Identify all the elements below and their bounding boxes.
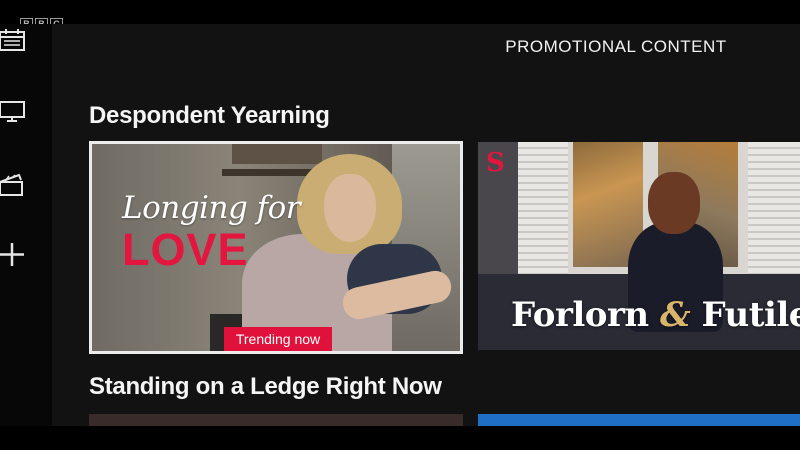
clapperboard-icon	[0, 173, 23, 196]
card-art-title: Forlorn & Futile	[511, 295, 800, 335]
letterbox-top	[0, 0, 800, 24]
sidebar-item-schedule[interactable]	[0, 27, 26, 53]
artwork-shelf	[232, 144, 322, 164]
sidebar-item-tv[interactable]	[0, 98, 26, 124]
calendar-icon	[0, 29, 25, 51]
plus-icon	[0, 243, 24, 266]
card-art-title: LOVE	[122, 224, 249, 275]
page-title: PROMOTIONAL CONTENT	[505, 37, 727, 56]
artwork-figure	[324, 174, 376, 242]
artwork-figure	[648, 172, 700, 234]
tv-icon	[0, 101, 25, 122]
content-card[interactable]	[89, 414, 463, 426]
sidebar-nav	[0, 24, 52, 426]
artwork-shutter	[518, 142, 568, 277]
content-card-longing-for-love[interactable]: Longing for LOVE Trending now	[89, 141, 463, 354]
tv-app-screen: PROMOTIONAL CONTENT Despondent Yearning …	[0, 24, 800, 426]
artwork-shutter	[748, 142, 800, 277]
sidebar-item-films[interactable]	[0, 172, 26, 198]
sidebar-item-more[interactable]	[0, 242, 26, 268]
card-art-title-ampersand: &	[659, 295, 691, 335]
card-art-title: Longing for	[122, 190, 301, 226]
row-title: Standing on a Ledge Right Now	[89, 373, 442, 400]
row-title: Despondent Yearning	[89, 102, 330, 129]
channel-mark: S	[486, 148, 505, 178]
card-art-title-part: Forlorn	[511, 295, 660, 335]
content-card-forlorn-and-futile[interactable]: S Forlorn & Futile	[478, 142, 800, 350]
trending-badge: Trending now	[224, 327, 332, 351]
card-art-title-part: Futile	[690, 295, 800, 335]
content-card[interactable]	[478, 414, 800, 426]
letterbox-bottom	[0, 426, 800, 450]
